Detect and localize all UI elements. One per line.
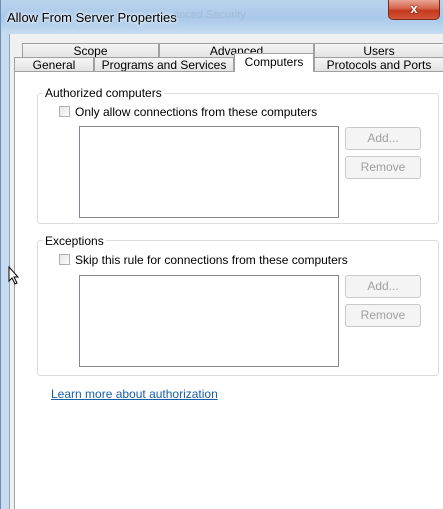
tab-scope[interactable]: Scope: [22, 43, 159, 58]
tab-users[interactable]: Users: [314, 43, 443, 58]
skip-rule-checkbox[interactable]: [59, 254, 70, 265]
learn-more-authorization-link[interactable]: Learn more about authorization: [51, 387, 218, 401]
background-window-title: anced Security: [173, 9, 246, 21]
exceptions-add-button[interactable]: Add...: [345, 275, 421, 298]
only-allow-checkbox[interactable]: [59, 106, 70, 117]
window-title: Allow From Server Properties: [7, 10, 177, 25]
exceptions-computers-list[interactable]: [79, 275, 339, 367]
tab-computers[interactable]: Computers: [234, 53, 314, 72]
authorized-computers-label: Authorized computers: [43, 86, 164, 100]
authorized-add-button[interactable]: Add...: [345, 127, 421, 150]
only-allow-checkbox-label: Only allow connections from these comput…: [75, 105, 318, 119]
skip-rule-checkbox-row[interactable]: Skip this rule for connections from thes…: [59, 253, 348, 267]
title-bar[interactable]: Allow From Server Properties anced Secur…: [1, 0, 443, 34]
exceptions-remove-button[interactable]: Remove: [345, 304, 421, 327]
close-icon: x: [410, 1, 418, 16]
exceptions-label: Exceptions: [43, 234, 106, 248]
authorized-remove-button[interactable]: Remove: [345, 156, 421, 179]
skip-rule-checkbox-label: Skip this rule for connections from thes…: [75, 253, 348, 267]
only-allow-checkbox-row[interactable]: Only allow connections from these comput…: [59, 105, 317, 119]
tab-programs-and-services[interactable]: Programs and Services: [94, 57, 234, 72]
tab-general[interactable]: General: [14, 57, 94, 72]
authorized-computers-list[interactable]: [79, 126, 339, 218]
tab-protocols-and-ports[interactable]: Protocols and Ports: [314, 57, 443, 72]
close-button[interactable]: x: [388, 0, 440, 20]
properties-window: Allow From Server Properties anced Secur…: [0, 0, 443, 509]
resize-cursor-icon: [8, 265, 20, 285]
